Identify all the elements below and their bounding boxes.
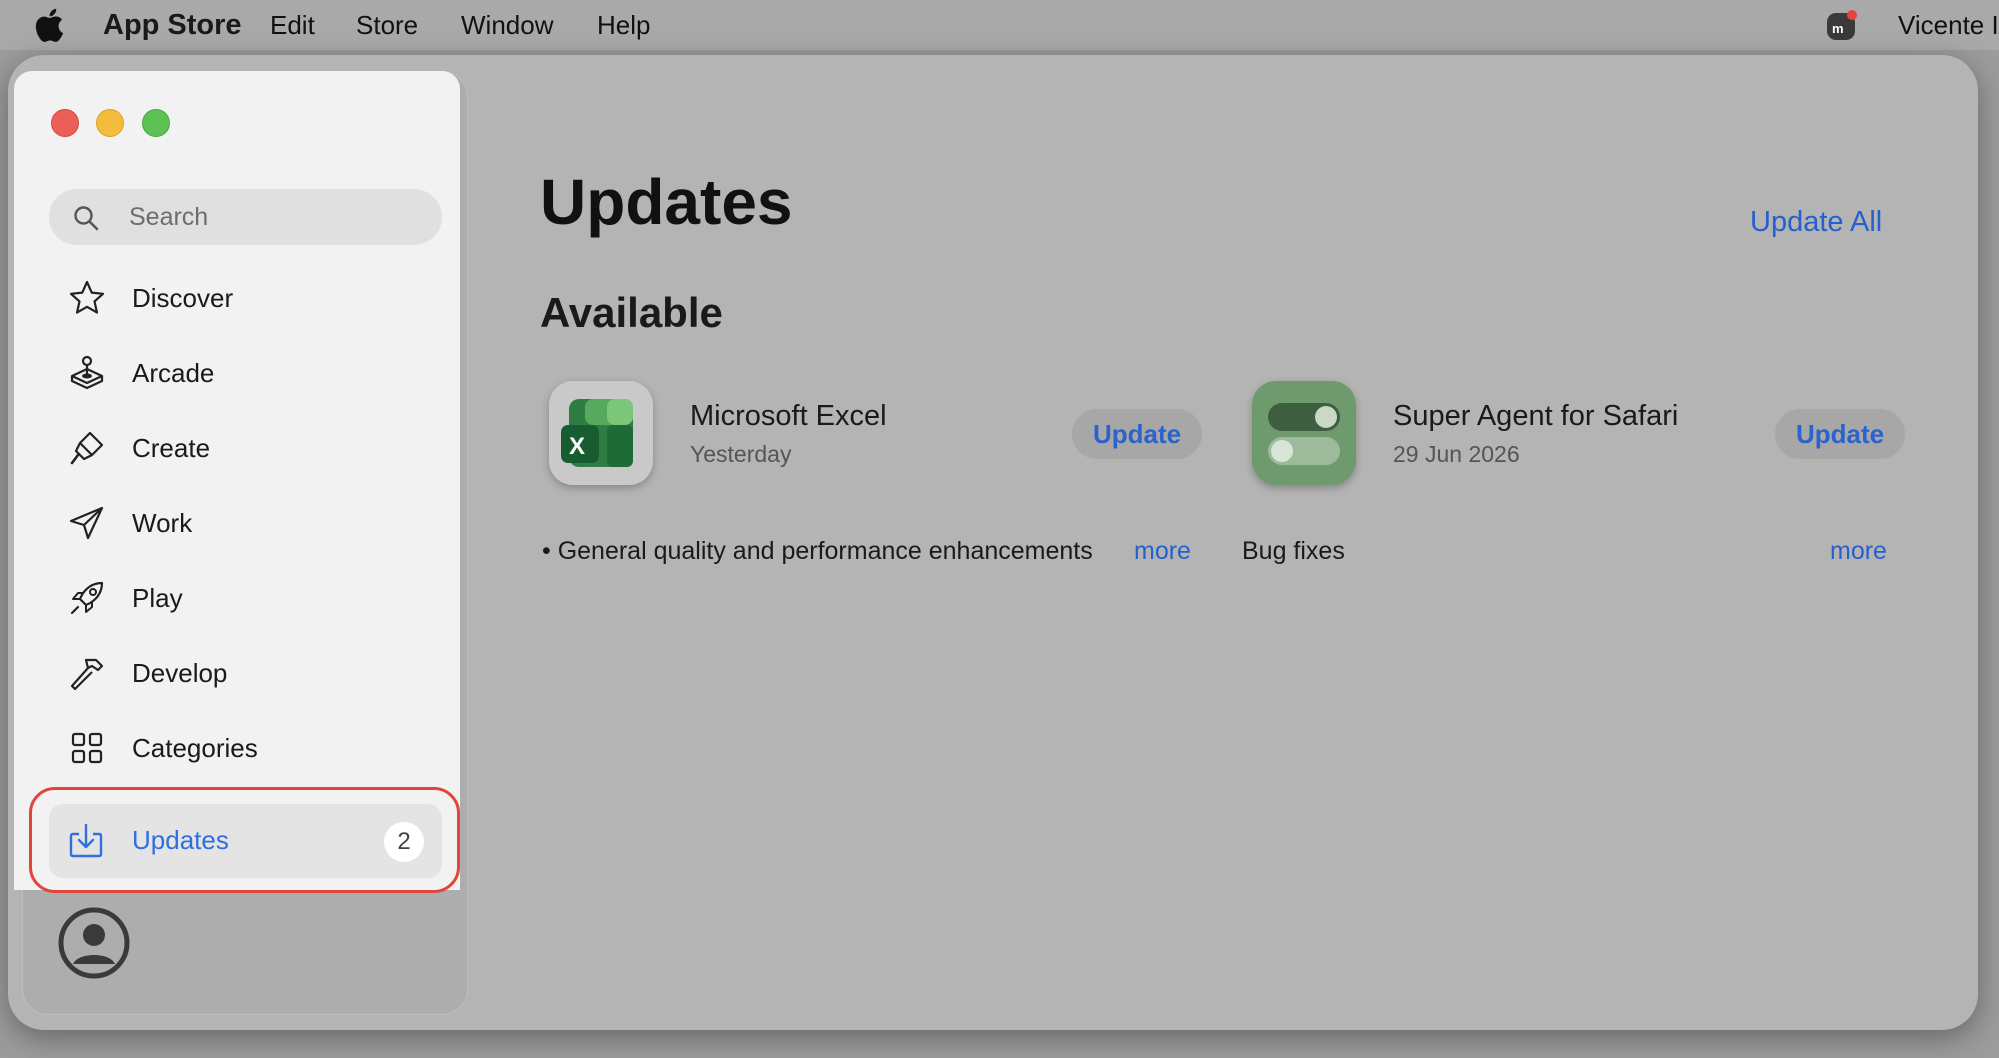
search-icon	[74, 206, 99, 231]
window-close-button[interactable]	[51, 109, 79, 137]
search-field[interactable]	[49, 189, 442, 245]
window-maximize-button[interactable]	[142, 109, 170, 137]
search-input[interactable]	[129, 189, 419, 245]
sidebar-item-label: Work	[132, 507, 193, 538]
update-excel-button[interactable]: Update	[1072, 409, 1202, 459]
focus-ring	[29, 787, 460, 893]
sidebar-item-create[interactable]: Create	[54, 418, 444, 478]
sidebar-item-develop[interactable]: Develop	[54, 643, 444, 703]
sidebar-item-label: Develop	[132, 657, 228, 688]
page-title: Updates	[540, 166, 793, 238]
more-link[interactable]: more	[1830, 537, 1887, 566]
sidebar-item-label: Arcade	[132, 357, 215, 388]
menu-app-name[interactable]: App Store	[103, 9, 242, 42]
grid-icon	[71, 732, 103, 764]
hammer-icon	[70, 658, 104, 691]
apple-logo-icon[interactable]	[34, 8, 64, 42]
more-link[interactable]: more	[1134, 537, 1191, 566]
release-notes: Bug fixes	[1242, 537, 1345, 565]
account-avatar-icon[interactable]	[58, 907, 130, 979]
menu-user-name[interactable]: Vicente I	[1898, 10, 1999, 41]
sidebar-item-discover[interactable]: Discover	[54, 268, 444, 328]
app-update-date: 29 Jun 2026	[1393, 441, 1520, 467]
svg-text:m: m	[1832, 21, 1844, 36]
update-all-button[interactable]: Update All	[1750, 206, 1882, 239]
update-super-agent-button[interactable]: Update	[1775, 409, 1905, 459]
joystick-icon	[70, 355, 104, 390]
paperplane-icon	[69, 506, 104, 540]
star-icon	[69, 280, 105, 314]
status-menu-icon[interactable]: m	[1826, 10, 1858, 42]
menu-edit[interactable]: Edit	[270, 10, 315, 41]
sidebar-content: Discover Arcade Create	[14, 71, 460, 893]
menu-help[interactable]: Help	[597, 10, 650, 41]
app-name[interactable]: Super Agent for Safari	[1393, 400, 1678, 433]
section-title: Available	[540, 289, 723, 336]
svg-text:X: X	[569, 433, 585, 460]
excel-icon[interactable]: X	[549, 381, 653, 485]
sidebar-item-arcade[interactable]: Arcade	[54, 343, 444, 403]
app-update-date: Yesterday	[690, 441, 792, 467]
menu-window[interactable]: Window	[461, 10, 553, 41]
sidebar-item-work[interactable]: Work	[54, 493, 444, 553]
menu-store[interactable]: Store	[356, 10, 418, 41]
sidebar-item-label: Play	[132, 582, 183, 613]
toggle-switches-icon[interactable]	[1252, 381, 1356, 485]
sidebar-item-play[interactable]: Play	[54, 568, 444, 628]
app-store-window: Discover Arcade Create	[8, 55, 1978, 1030]
paintbrush-icon	[70, 431, 104, 465]
sidebar-item-label: Categories	[132, 732, 258, 763]
sidebar-item-label: Create	[132, 432, 211, 463]
sidebar-item-categories[interactable]: Categories	[54, 718, 444, 778]
menu-bar: App Store Edit Store Window Help m Vicen…	[0, 0, 1999, 50]
sidebar-item-label: Discover	[132, 282, 234, 313]
rocket-icon	[70, 581, 104, 615]
app-name[interactable]: Microsoft Excel	[690, 400, 887, 433]
window-minimize-button[interactable]	[96, 109, 124, 137]
release-notes: • General quality and performance enhanc…	[542, 537, 1093, 565]
